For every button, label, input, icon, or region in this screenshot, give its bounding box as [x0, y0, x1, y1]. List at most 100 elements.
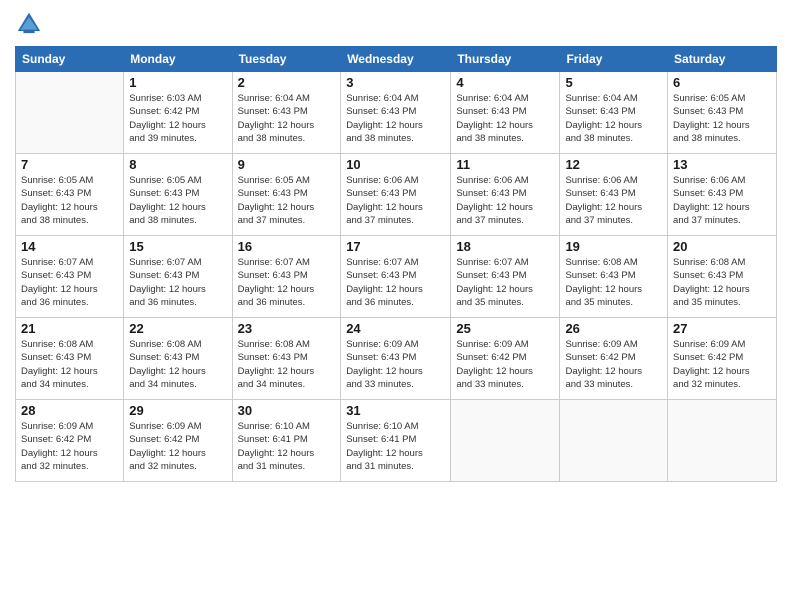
- day-number: 1: [129, 75, 226, 90]
- calendar-cell: 6Sunrise: 6:05 AMSunset: 6:43 PMDaylight…: [668, 72, 777, 154]
- calendar-cell: 10Sunrise: 6:06 AMSunset: 6:43 PMDayligh…: [341, 154, 451, 236]
- calendar-cell: 18 Sunrise: 6:07 AMSunset: 6:43 PMDayligh…: [451, 236, 560, 318]
- logo: [15, 10, 47, 38]
- calendar-cell: 2Sunrise: 6:04 AMSunset: 6:43 PMDaylight…: [232, 72, 341, 154]
- week-row-2: 7 Sunrise: 6:05 AMSunset: 6:43 PMDaylight…: [16, 154, 777, 236]
- weekday-wednesday: Wednesday: [341, 47, 451, 72]
- weekday-monday: Monday: [124, 47, 232, 72]
- day-info: Sunrise: 6:06 AMSunset: 6:43 PMDaylight:…: [456, 174, 554, 227]
- weekday-saturday: Saturday: [668, 47, 777, 72]
- day-info: Sunrise: 6:09 AMSunset: 6:42 PMDaylight:…: [21, 420, 118, 473]
- calendar-cell: 17 Sunrise: 6:07 AMSunset: 6:43 PMDayligh…: [341, 236, 451, 318]
- calendar-cell: 24 Sunrise: 6:09 AMSunset: 6:43 PMDayligh…: [341, 318, 451, 400]
- day-number: 31: [346, 403, 445, 418]
- week-row-3: 14 Sunrise: 6:07 AMSunset: 6:43 PMDayligh…: [16, 236, 777, 318]
- day-info: Sunrise: 6:09 AMSunset: 6:42 PMDaylight:…: [673, 338, 771, 391]
- calendar-cell: 9 Sunrise: 6:05 AMSunset: 6:43 PMDaylight…: [232, 154, 341, 236]
- calendar-container: SundayMondayTuesdayWednesdayThursdayFrid…: [0, 0, 792, 612]
- day-number: 16: [238, 239, 336, 254]
- day-number: 8: [129, 157, 226, 172]
- day-info: Sunrise: 6:06 AMSunset: 6:43 PMDaylight:…: [565, 174, 662, 227]
- day-number: 15: [129, 239, 226, 254]
- day-info: Sunrise: 6:07 AMSunset: 6:43 PMDaylight:…: [238, 256, 336, 309]
- day-number: 14: [21, 239, 118, 254]
- day-number: 28: [21, 403, 118, 418]
- day-number: 27: [673, 321, 771, 336]
- week-row-1: 1 Sunrise: 6:03 AMSunset: 6:42 PMDaylight…: [16, 72, 777, 154]
- day-info: Sunrise: 6:07 AMSunset: 6:43 PMDaylight:…: [129, 256, 226, 309]
- logo-icon: [15, 10, 43, 38]
- day-info: Sunrise: 6:08 AMSunset: 6:43 PMDaylight:…: [673, 256, 771, 309]
- calendar-cell: 14Sunrise: 6:07 AMSunset: 6:43 PMDayligh…: [16, 236, 124, 318]
- day-number: 25: [456, 321, 554, 336]
- calendar-cell: 5 Sunrise: 6:04 AMSunset: 6:43 PMDaylight…: [560, 72, 668, 154]
- day-info: Sunrise: 6:07 AMSunset: 6:43 PMDaylight:…: [346, 256, 445, 309]
- calendar-cell: 31 Sunrise: 6:10 AMSunset: 6:41 PMDayligh…: [341, 400, 451, 482]
- day-info: Sunrise: 6:08 AMSunset: 6:43 PMDaylight:…: [129, 338, 226, 391]
- day-number: 6: [673, 75, 771, 90]
- day-number: 22: [129, 321, 226, 336]
- day-number: 19: [565, 239, 662, 254]
- day-number: 18: [456, 239, 554, 254]
- day-info: Sunrise: 6:08 AMSunset: 6:43 PMDaylight:…: [21, 338, 118, 391]
- weekday-tuesday: Tuesday: [232, 47, 341, 72]
- calendar-cell: 15 Sunrise: 6:07 AMSunset: 6:43 PMDayligh…: [124, 236, 232, 318]
- calendar-cell: 27 Sunrise: 6:09 AMSunset: 6:42 PMDayligh…: [668, 318, 777, 400]
- calendar-cell: 23 Sunrise: 6:08 AMSunset: 6:43 PMDayligh…: [232, 318, 341, 400]
- day-info: Sunrise: 6:04 AMSunset: 6:43 PMDaylight:…: [565, 92, 662, 145]
- day-info: Sunrise: 6:10 AMSunset: 6:41 PMDaylight:…: [346, 420, 445, 473]
- day-info: Sunrise: 6:03 AMSunset: 6:42 PMDaylight:…: [129, 92, 226, 145]
- calendar-cell: 25 Sunrise: 6:09 AMSunset: 6:42 PMDayligh…: [451, 318, 560, 400]
- day-number: 21: [21, 321, 118, 336]
- calendar-cell: 8 Sunrise: 6:05 AMSunset: 6:43 PMDaylight…: [124, 154, 232, 236]
- day-info: Sunrise: 6:10 AMSunset: 6:41 PMDaylight:…: [238, 420, 336, 473]
- day-number: 23: [238, 321, 336, 336]
- day-number: 20: [673, 239, 771, 254]
- day-info: Sunrise: 6:06 AMSunset: 6:43 PMDaylight:…: [673, 174, 771, 227]
- header: [15, 10, 777, 38]
- week-row-5: 28 Sunrise: 6:09 AMSunset: 6:42 PMDayligh…: [16, 400, 777, 482]
- day-number: 24: [346, 321, 445, 336]
- calendar-table: SundayMondayTuesdayWednesdayThursdayFrid…: [15, 46, 777, 482]
- day-info: Sunrise: 6:04 AMSunset: 6:43 PMDaylight:…: [238, 92, 336, 145]
- weekday-header-row: SundayMondayTuesdayWednesdayThursdayFrid…: [16, 47, 777, 72]
- day-number: 5: [565, 75, 662, 90]
- calendar-cell: 1 Sunrise: 6:03 AMSunset: 6:42 PMDaylight…: [124, 72, 232, 154]
- week-row-4: 21 Sunrise: 6:08 AMSunset: 6:43 PMDayligh…: [16, 318, 777, 400]
- day-number: 26: [565, 321, 662, 336]
- calendar-cell: 12Sunrise: 6:06 AMSunset: 6:43 PMDayligh…: [560, 154, 668, 236]
- weekday-friday: Friday: [560, 47, 668, 72]
- calendar-cell: 21 Sunrise: 6:08 AMSunset: 6:43 PMDayligh…: [16, 318, 124, 400]
- day-number: 3: [346, 75, 445, 90]
- weekday-sunday: Sunday: [16, 47, 124, 72]
- calendar-cell: 22 Sunrise: 6:08 AMSunset: 6:43 PMDayligh…: [124, 318, 232, 400]
- calendar-cell: [668, 400, 777, 482]
- day-info: Sunrise: 6:05 AMSunset: 6:43 PMDaylight:…: [238, 174, 336, 227]
- day-number: 10: [346, 157, 445, 172]
- day-number: 17: [346, 239, 445, 254]
- calendar-cell: [560, 400, 668, 482]
- calendar-cell: 26Sunrise: 6:09 AMSunset: 6:42 PMDayligh…: [560, 318, 668, 400]
- day-number: 4: [456, 75, 554, 90]
- day-info: Sunrise: 6:09 AMSunset: 6:42 PMDaylight:…: [456, 338, 554, 391]
- calendar-cell: [16, 72, 124, 154]
- calendar-cell: 11Sunrise: 6:06 AMSunset: 6:43 PMDayligh…: [451, 154, 560, 236]
- calendar-cell: 20 Sunrise: 6:08 AMSunset: 6:43 PMDayligh…: [668, 236, 777, 318]
- day-info: Sunrise: 6:09 AMSunset: 6:43 PMDaylight:…: [346, 338, 445, 391]
- day-info: Sunrise: 6:08 AMSunset: 6:43 PMDaylight:…: [238, 338, 336, 391]
- day-number: 9: [238, 157, 336, 172]
- calendar-cell: 19 Sunrise: 6:08 AMSunset: 6:43 PMDayligh…: [560, 236, 668, 318]
- calendar-cell: [451, 400, 560, 482]
- day-info: Sunrise: 6:08 AMSunset: 6:43 PMDaylight:…: [565, 256, 662, 309]
- day-info: Sunrise: 6:05 AMSunset: 6:43 PMDaylight:…: [21, 174, 118, 227]
- calendar-cell: 16 Sunrise: 6:07 AMSunset: 6:43 PMDayligh…: [232, 236, 341, 318]
- day-number: 30: [238, 403, 336, 418]
- day-info: Sunrise: 6:04 AMSunset: 6:43 PMDaylight:…: [456, 92, 554, 145]
- weekday-thursday: Thursday: [451, 47, 560, 72]
- calendar-cell: 4 Sunrise: 6:04 AMSunset: 6:43 PMDaylight…: [451, 72, 560, 154]
- day-info: Sunrise: 6:07 AMSunset: 6:43 PMDaylight:…: [456, 256, 554, 309]
- day-number: 7: [21, 157, 118, 172]
- day-number: 29: [129, 403, 226, 418]
- day-info: Sunrise: 6:05 AMSunset: 6:43 PMDaylight:…: [129, 174, 226, 227]
- calendar-cell: 29Sunrise: 6:09 AMSunset: 6:42 PMDayligh…: [124, 400, 232, 482]
